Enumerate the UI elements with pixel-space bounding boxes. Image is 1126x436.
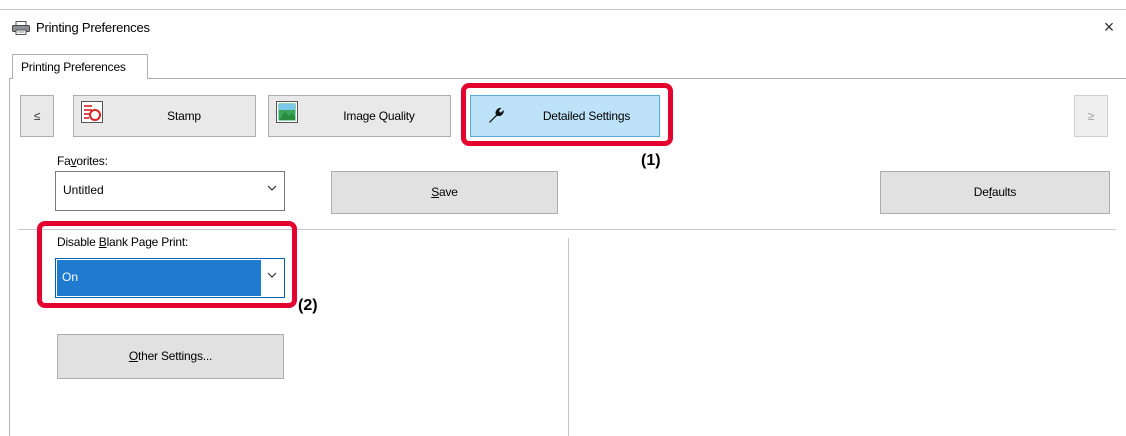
image-quality-icon <box>276 101 298 123</box>
callout-label-1: (1) <box>641 152 661 169</box>
favorites-dropdown[interactable]: Untitled <box>55 171 285 211</box>
scroll-left-button[interactable]: ≤ <box>20 95 54 137</box>
chevron-down-icon <box>267 185 277 191</box>
tab-stamp-label: Stamp <box>167 109 201 123</box>
column-divider <box>568 238 569 436</box>
tab-label: Printing Preferences <box>21 60 126 74</box>
other-settings-button[interactable]: Other Settings... <box>57 334 284 379</box>
chevron-left-icon: ≤ <box>33 109 41 123</box>
callout-box-2 <box>37 221 297 308</box>
printing-preferences-window: Printing Preferences × Printing Preferen… <box>0 0 1126 436</box>
defaults-button[interactable]: Defaults <box>880 171 1110 214</box>
tab-image-quality-label: Image Quality <box>343 109 415 123</box>
close-button[interactable]: × <box>1098 16 1120 38</box>
window-title: Printing Preferences <box>36 20 150 35</box>
favorites-label: Favorites: <box>57 154 108 168</box>
stamp-icon <box>81 101 103 123</box>
title-bar: Printing Preferences × <box>0 10 1126 44</box>
tab-printing-preferences[interactable]: Printing Preferences <box>12 54 148 79</box>
favorites-value: Untitled <box>63 183 104 197</box>
callout-box-1 <box>461 83 673 146</box>
save-button[interactable]: Save <box>331 171 558 214</box>
tab-stamp[interactable]: Stamp <box>73 95 256 137</box>
close-icon: × <box>1103 17 1115 37</box>
printer-icon <box>12 21 30 35</box>
scroll-right-button[interactable]: ≥ <box>1074 95 1108 137</box>
callout-label-2: (2) <box>298 297 318 314</box>
chevron-right-icon: ≥ <box>1087 109 1095 123</box>
tab-image-quality[interactable]: Image Quality <box>268 95 451 137</box>
